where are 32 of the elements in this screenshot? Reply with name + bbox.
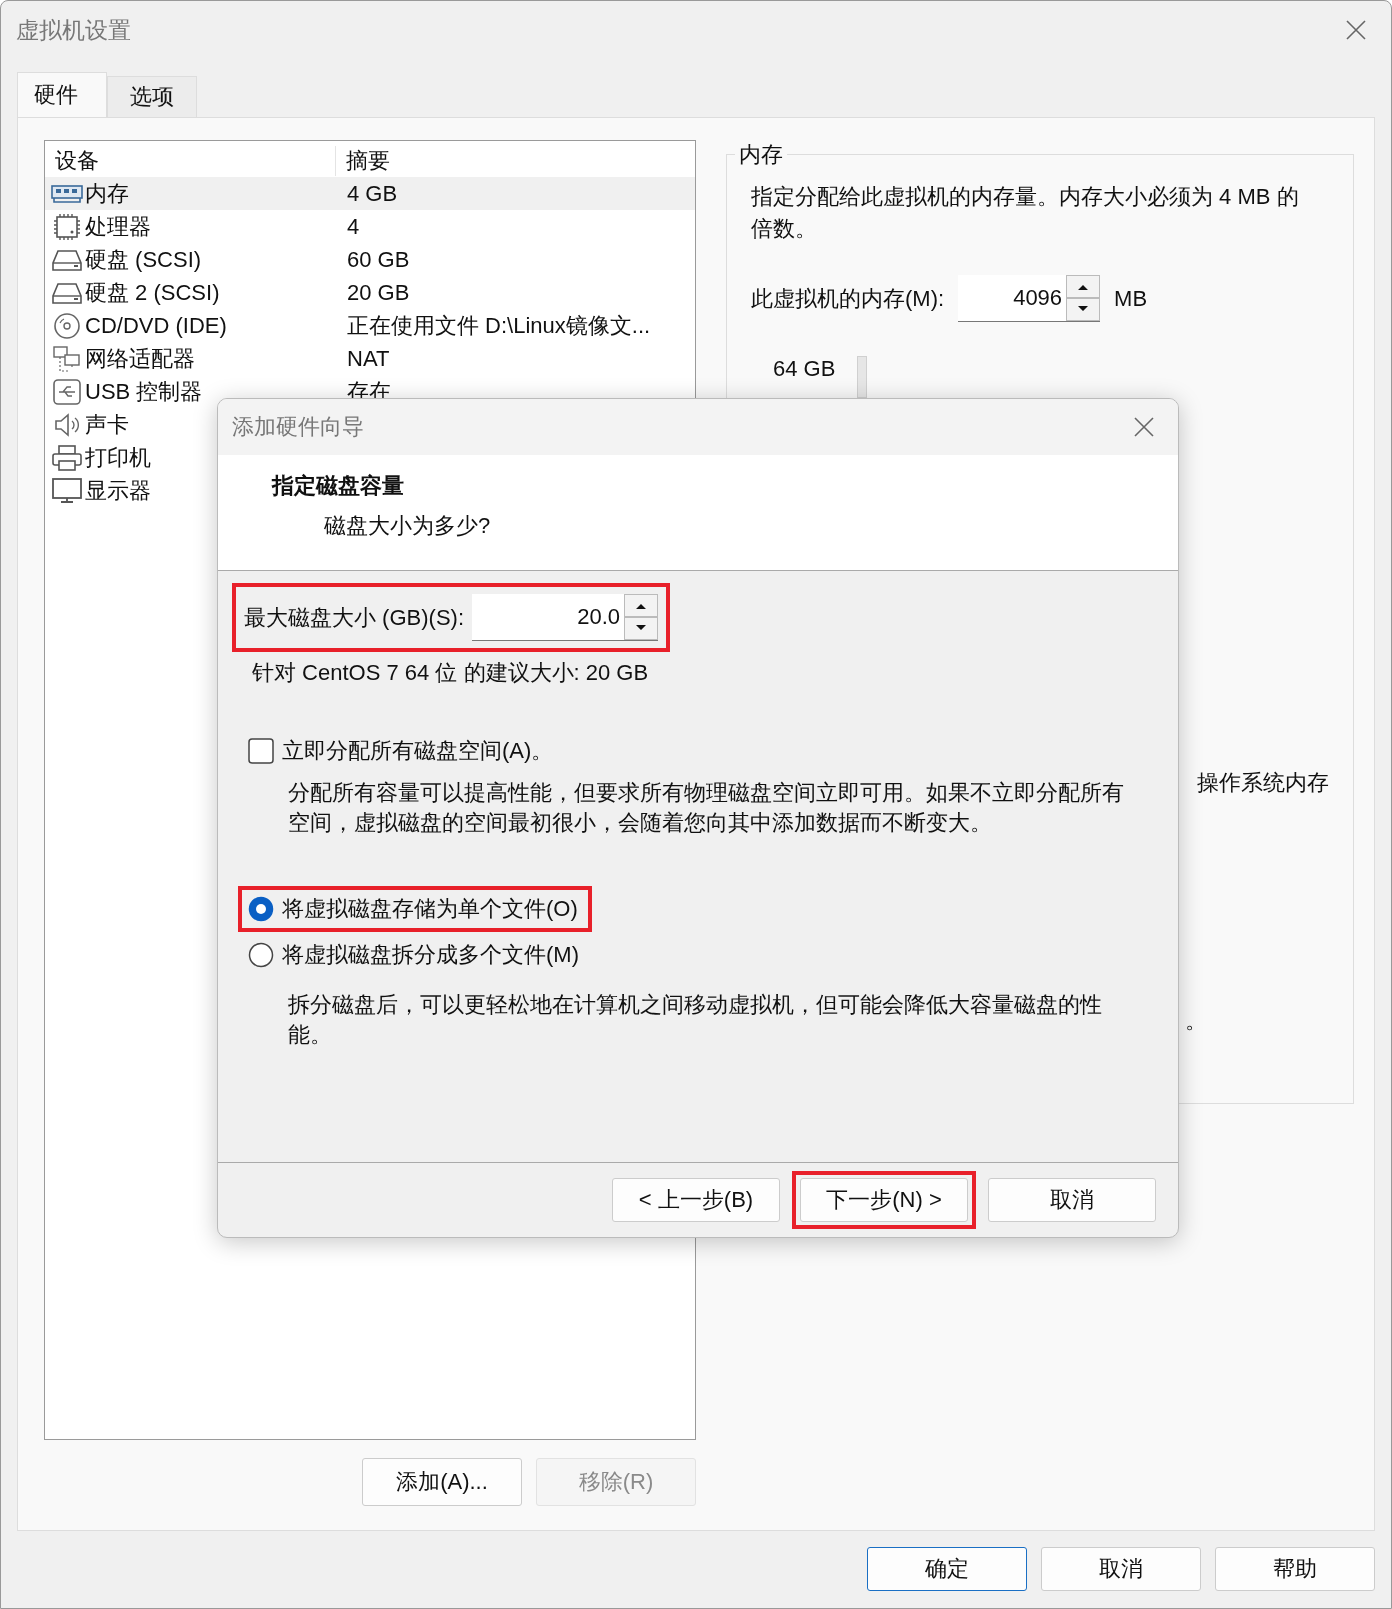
option-description: 分配所有容量可以提高性能，但要求所有物理磁盘空间立即可用。如果不立即分配所有空间，虚拟磁盘的空间最初很小，会随着您向其中添加数据而不断变大。 <box>288 779 1125 837</box>
device-name: 内存 <box>85 179 129 208</box>
unit-label: MB <box>1114 285 1148 312</box>
recommendation-text: 针对 CentOS 7 64 位 的建议大小: 20 GB <box>252 659 649 687</box>
device-name: 硬盘 (SCSI) <box>85 245 202 274</box>
device-summary: 4 GB <box>347 180 398 207</box>
device-summary: 4 <box>347 213 360 240</box>
option-description: 拆分磁盘后，可以更轻松地在计算机之间移动虚拟机，但可能会降低大容量磁盘的性能。 <box>288 991 1103 1049</box>
device-summary: NAT <box>347 345 390 372</box>
step-heading: 指定磁盘容量 <box>272 472 404 500</box>
device-name: 硬盘 2 (SCSI) <box>85 278 220 307</box>
device-name: CD/DVD (IDE) <box>85 312 227 339</box>
device-summary: 60 GB <box>347 246 410 273</box>
dialog-title: 添加硬件向导 <box>232 413 364 441</box>
device-name: USB 控制器 <box>85 377 203 406</box>
window-title: 虚拟机设置 <box>16 15 131 45</box>
device-name: 声卡 <box>85 410 129 439</box>
device-name: 处理器 <box>85 212 151 241</box>
memory-label: 此虚拟机的内存(M): <box>751 284 945 313</box>
column-header: 设备 <box>45 146 336 176</box>
device-summary: 正在使用文件 D:\Linux镜像文... <box>347 311 651 340</box>
size-label: 最大磁盘大小 (GB)(S): <box>244 603 464 632</box>
step-question: 磁盘大小为多少? <box>324 512 491 540</box>
device-name: 打印机 <box>85 443 151 472</box>
description-text: 。 <box>1185 1008 1207 1033</box>
scale-label: 64 GB <box>773 356 836 382</box>
memory-description: 指定分配给此虚拟机的内存量。内存大小必须为 4 MB 的倍数。 <box>751 183 1300 243</box>
device-summary: 20 GB <box>347 279 410 306</box>
description-text: 操作系统内存 <box>1197 770 1329 795</box>
device-name: 网络适配器 <box>85 344 195 373</box>
column-header: 摘要 <box>345 147 390 175</box>
device-name: 显示器 <box>85 476 151 505</box>
